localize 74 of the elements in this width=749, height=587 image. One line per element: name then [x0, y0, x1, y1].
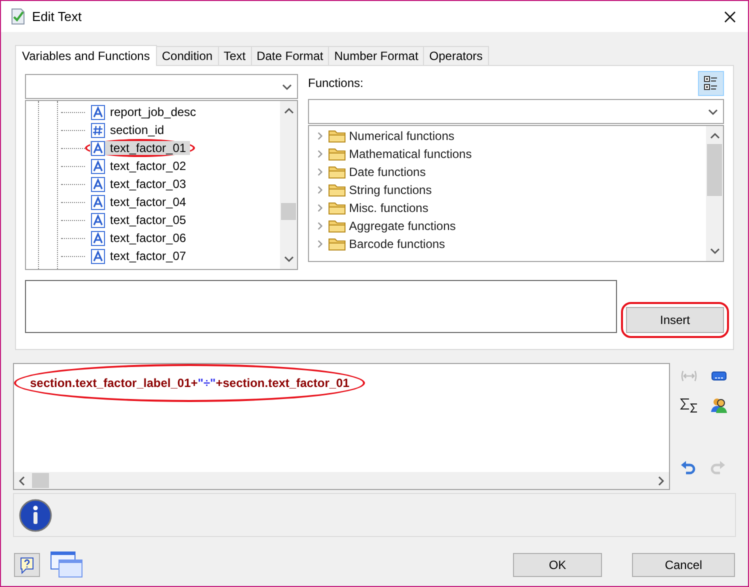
scrollbar-thumb[interactable] [707, 144, 722, 196]
window-title: Edit Text [32, 8, 82, 26]
cancel-button[interactable]: Cancel [632, 553, 735, 577]
function-category[interactable]: Misc. functions [315, 199, 706, 217]
scrollbar-thumb[interactable] [281, 203, 296, 220]
help-icon [19, 556, 35, 574]
text-variable-icon [91, 212, 105, 228]
expression-editor[interactable]: section.text_factor_label_01+"÷"+section.text_factor_01 [13, 363, 670, 490]
vertical-scrollbar[interactable] [706, 126, 723, 261]
resize-arrows-icon[interactable] [680, 369, 698, 383]
function-category[interactable]: Date functions [315, 163, 706, 181]
function-category[interactable]: Mathematical functions [315, 145, 706, 163]
keyboard-icon[interactable] [710, 369, 728, 383]
chevron-right-icon[interactable] [315, 202, 325, 214]
text-variable-icon [91, 230, 105, 246]
chevron-right-icon[interactable] [315, 166, 325, 178]
variable-item[interactable]: text_factor_06 [90, 231, 190, 245]
tree-list-icon [704, 75, 718, 91]
redo-icon[interactable] [710, 461, 726, 477]
function-category[interactable]: Barcode functions [315, 235, 706, 253]
insert-button[interactable]: Insert [626, 307, 724, 333]
folder-icon [328, 129, 346, 143]
folder-icon [328, 219, 346, 233]
users-icon[interactable] [710, 397, 728, 413]
tab[interactable]: Condition [156, 46, 219, 65]
windows-icon[interactable] [50, 551, 84, 579]
tab[interactable]: Date Format [252, 46, 330, 65]
undo-icon[interactable] [680, 461, 696, 477]
folder-icon [328, 165, 346, 179]
text-variable-icon [91, 140, 105, 156]
folder-icon [328, 147, 346, 161]
variable-item[interactable]: text_factor_07 [90, 249, 190, 263]
chevron-right-icon[interactable] [315, 130, 325, 142]
dropdown-field[interactable] [308, 99, 724, 124]
help-button[interactable] [14, 553, 40, 577]
expression-text: section.text_factor_label_01+"÷"+section.text_factor_01 [30, 375, 350, 392]
horizontal-scrollbar[interactable] [14, 472, 669, 489]
folder-icon [328, 201, 346, 215]
tab[interactable]: Operators [424, 46, 489, 65]
function-category[interactable]: String functions [315, 181, 706, 199]
variable-item[interactable]: text_factor_04 [90, 195, 190, 209]
text-variable-icon [91, 248, 105, 264]
chevron-right-icon[interactable] [315, 220, 325, 232]
functions-label: Functions: [308, 75, 364, 92]
text-variable-icon [91, 176, 105, 192]
number-variable-icon [91, 122, 105, 138]
variable-item[interactable]: text_factor_01 [90, 141, 190, 155]
variable-item[interactable]: text_factor_02 [90, 159, 190, 173]
folder-icon [328, 183, 346, 197]
vertical-scrollbar[interactable] [280, 101, 297, 269]
chevron-right-icon[interactable] [315, 238, 325, 250]
tab[interactable]: Text [218, 46, 252, 65]
tab[interactable]: Number Format [329, 46, 424, 65]
variable-item[interactable]: text_factor_03 [90, 177, 190, 191]
chevron-right-icon[interactable] [315, 184, 325, 196]
sigma-icon[interactable] [680, 397, 698, 413]
variable-item[interactable]: report_job_desc [90, 105, 200, 119]
dropdown-field[interactable] [25, 74, 298, 99]
ok-button[interactable]: OK [513, 553, 602, 577]
variable-item[interactable]: section_id [90, 123, 168, 137]
scrollbar-thumb[interactable] [32, 473, 49, 488]
variable-item[interactable]: text_factor_05 [90, 213, 190, 227]
text-variable-icon [91, 194, 105, 210]
text-variable-icon [91, 104, 105, 120]
document-check-icon [10, 8, 26, 25]
function-category[interactable]: Numerical functions [315, 127, 706, 145]
text-variable-icon [91, 158, 105, 174]
info-icon [19, 498, 52, 532]
expand-all-button[interactable] [698, 70, 724, 96]
function-category[interactable]: Aggregate functions [315, 217, 706, 235]
chevron-right-icon[interactable] [315, 148, 325, 160]
close-icon[interactable] [724, 10, 736, 22]
tab[interactable]: Variables and Functions [15, 45, 157, 66]
folder-icon [328, 237, 346, 251]
